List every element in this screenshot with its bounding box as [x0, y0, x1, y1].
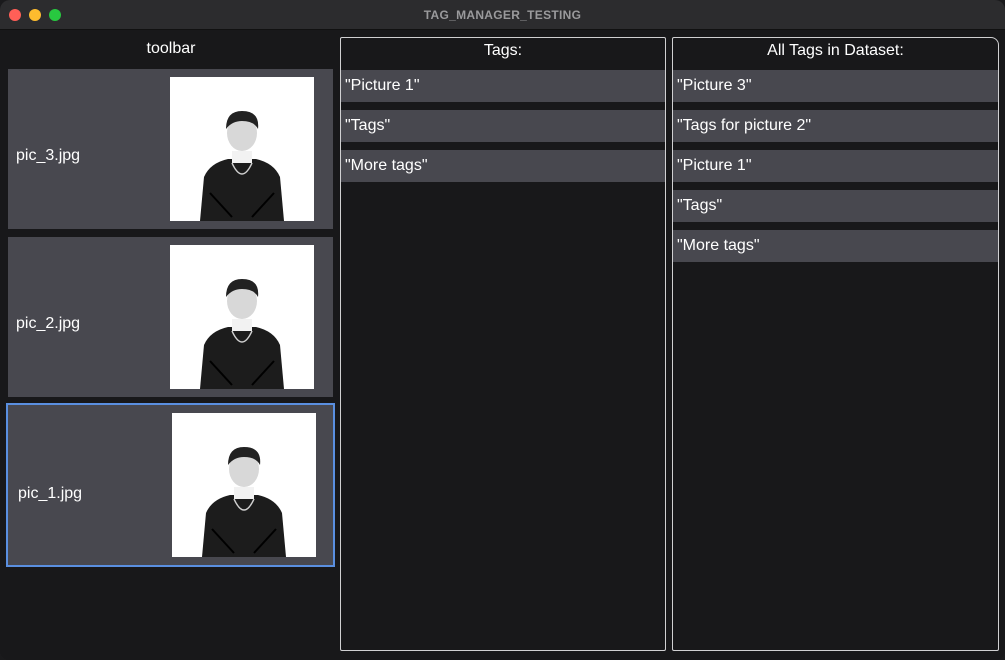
- dataset-tag-item[interactable]: "Tags": [673, 190, 998, 222]
- tags-panel: Tags: "Picture 1" "Tags" "More tags": [340, 37, 666, 651]
- image-filename: pic_1.jpg: [18, 485, 83, 502]
- title-bar[interactable]: TAG_MANAGER_TESTING: [0, 0, 1005, 30]
- tags-list: "Picture 1" "Tags" "More tags": [341, 70, 665, 190]
- image-preview: [170, 245, 314, 389]
- all-tags-list: "Picture 3" "Tags for picture 2" "Pictur…: [673, 70, 998, 270]
- portrait-photo-icon: [170, 77, 314, 221]
- image-filename: pic_3.jpg: [16, 147, 81, 164]
- image-thumbnail-item-selected[interactable]: pic_1.jpg: [6, 403, 335, 567]
- dataset-tag-item[interactable]: "Picture 1": [673, 150, 998, 182]
- dataset-tag-item[interactable]: "Picture 3": [673, 70, 998, 102]
- tag-item[interactable]: "Picture 1": [341, 70, 665, 102]
- toolbar-title: toolbar: [146, 40, 196, 57]
- app-window: TAG_MANAGER_TESTING toolbar pic_3.jpg pi…: [0, 0, 1005, 660]
- window-title: TAG_MANAGER_TESTING: [423, 8, 582, 22]
- image-thumbnail-item[interactable]: pic_3.jpg: [8, 69, 333, 229]
- main-content: toolbar pic_3.jpg pic_2.jpg pic_1.jpg Ta…: [0, 30, 1005, 660]
- tags-panel-title: Tags:: [483, 42, 523, 59]
- tag-item[interactable]: "More tags": [341, 150, 665, 182]
- image-thumbnail-item[interactable]: pic_2.jpg: [8, 237, 333, 397]
- dataset-tag-item[interactable]: "More tags": [673, 230, 998, 262]
- image-preview: [172, 413, 316, 557]
- dataset-tag-item[interactable]: "Tags for picture 2": [673, 110, 998, 142]
- image-preview: [170, 77, 314, 221]
- all-tags-panel: All Tags in Dataset: "Picture 3" "Tags f…: [672, 37, 999, 651]
- all-tags-panel-title: All Tags in Dataset:: [767, 42, 904, 59]
- portrait-photo-icon: [170, 245, 314, 389]
- image-filename: pic_2.jpg: [16, 315, 81, 332]
- portrait-photo-icon: [172, 413, 316, 557]
- tag-item[interactable]: "Tags": [341, 110, 665, 142]
